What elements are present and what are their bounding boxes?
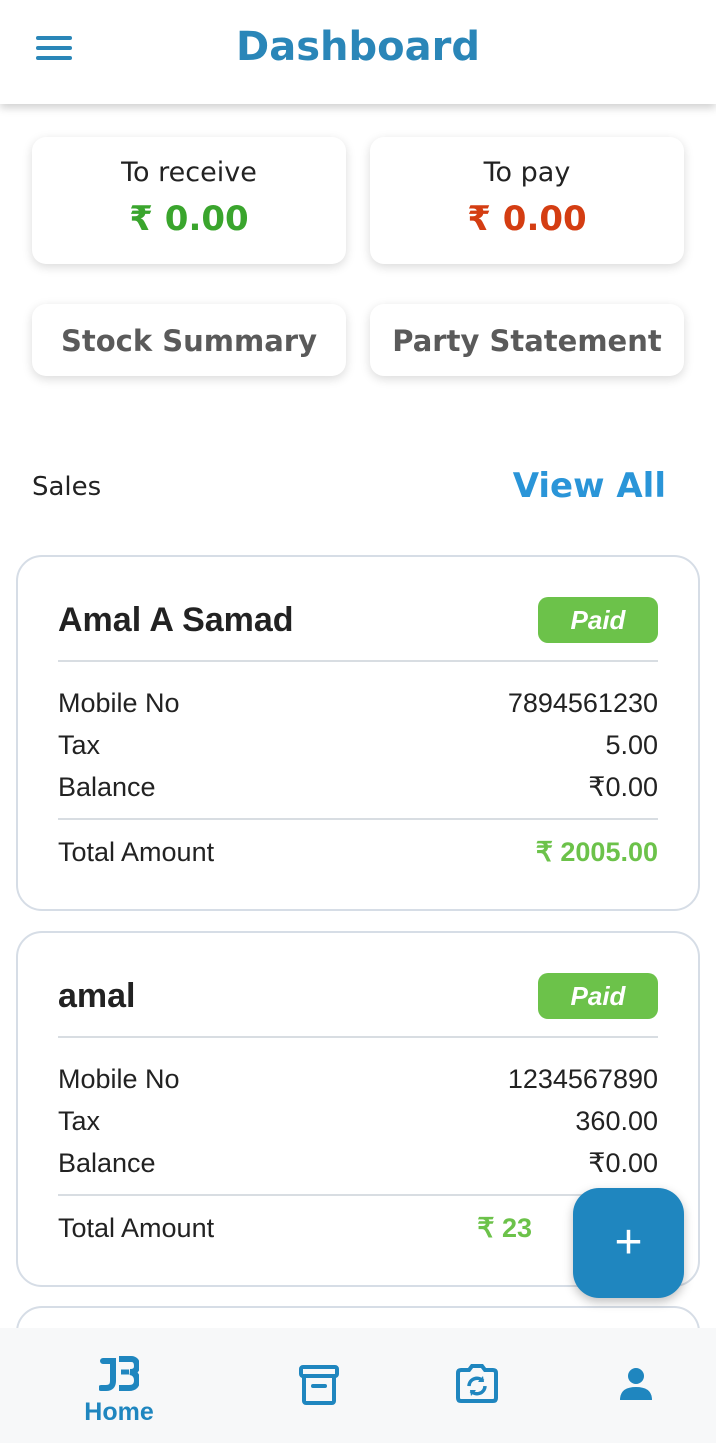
tax-row: Tax 360.00 (58, 1106, 658, 1140)
status-badge: Paid (538, 597, 658, 643)
to-pay-label: To pay (483, 157, 571, 188)
to-pay-card[interactable]: To pay ₹ 0.00 (370, 137, 684, 264)
stock-summary-label: Stock Summary (61, 324, 317, 358)
balance-value: ₹0.00 (588, 1148, 658, 1178)
balance-row: Balance ₹0.00 (58, 1148, 658, 1182)
total-row: Total Amount ₹ 2005.00 (58, 837, 658, 871)
app-logo-icon (99, 1356, 139, 1391)
stock-summary-button[interactable]: Stock Summary (32, 304, 346, 376)
customer-name: amal (58, 977, 136, 1015)
total-label: Total Amount (58, 837, 215, 867)
divider (58, 1194, 658, 1196)
view-all-link[interactable]: View All (513, 466, 666, 506)
nav-camera[interactable] (447, 1328, 507, 1443)
status-badge: Paid (538, 973, 658, 1019)
mobile-value: 1234567890 (507, 1064, 658, 1094)
to-pay-amount: ₹ 0.00 (467, 199, 587, 239)
sales-section-title: Sales (32, 472, 102, 502)
sale-card[interactable]: Amal A Samad Paid Mobile No 7894561230 T… (16, 555, 700, 911)
tax-label: Tax (58, 730, 101, 760)
mobile-label: Mobile No (58, 688, 180, 718)
total-value: ₹ 23 (477, 1213, 532, 1243)
total-label: Total Amount (58, 1213, 215, 1243)
balance-label: Balance (58, 772, 156, 802)
nav-home[interactable]: Home (60, 1328, 178, 1443)
nav-archive[interactable] (290, 1328, 350, 1443)
to-receive-label: To receive (121, 157, 257, 188)
person-icon (620, 1368, 652, 1400)
mobile-value: 7894561230 (507, 688, 658, 718)
mobile-row: Mobile No 1234567890 (58, 1064, 658, 1098)
balance-row: Balance ₹0.00 (58, 772, 658, 806)
archive-icon (299, 1365, 339, 1405)
party-statement-button[interactable]: Party Statement (370, 304, 684, 376)
party-statement-label: Party Statement (392, 324, 662, 358)
camera-rotate-icon (456, 1364, 498, 1403)
page-title: Dashboard (236, 24, 480, 70)
mobile-label: Mobile No (58, 1064, 180, 1094)
nav-home-label: Home (84, 1398, 154, 1426)
mobile-row: Mobile No 7894561230 (58, 688, 658, 722)
bottom-navigation: Home (0, 1328, 716, 1443)
nav-profile[interactable] (606, 1328, 666, 1443)
divider (58, 1036, 658, 1038)
total-row: Total Amount ₹ 23 (58, 1213, 658, 1247)
tax-value: 5.00 (605, 730, 658, 760)
add-sale-button[interactable]: + (573, 1188, 684, 1298)
app-header: Dashboard (0, 0, 716, 104)
customer-name: Amal A Samad (58, 601, 294, 639)
tax-label: Tax (58, 1106, 101, 1136)
divider (58, 818, 658, 820)
to-receive-amount: ₹ 0.00 (129, 199, 249, 239)
to-receive-card[interactable]: To receive ₹ 0.00 (32, 137, 346, 264)
total-value: ₹ 2005.00 (535, 837, 658, 867)
balance-label: Balance (58, 1148, 156, 1178)
balance-value: ₹0.00 (588, 772, 658, 802)
tax-value: 360.00 (575, 1106, 658, 1136)
divider (58, 660, 658, 662)
tax-row: Tax 5.00 (58, 730, 658, 764)
